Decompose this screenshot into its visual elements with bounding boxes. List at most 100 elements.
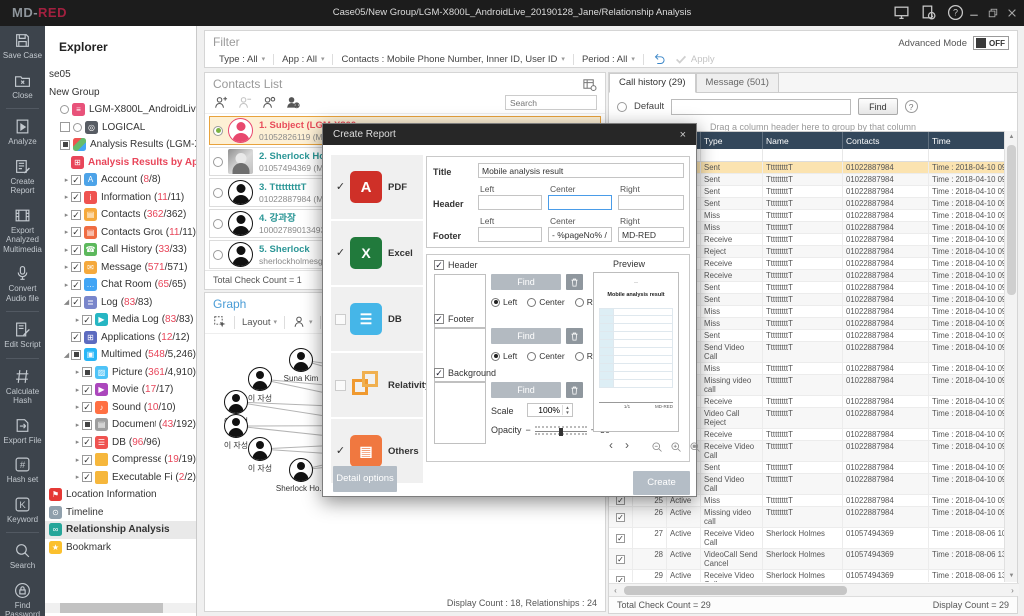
tree-checkbox[interactable]: ✓ [71,297,81,308]
row-checkbox[interactable]: ✓ [616,575,625,582]
close-window-button[interactable] [1006,6,1018,18]
graph-node[interactable] [289,348,313,372]
dialog-close-icon[interactable]: × [680,129,686,141]
format-checkbox[interactable] [335,379,346,391]
person-filter-dropdown[interactable]: ▾ [292,315,313,329]
preview-prev-icon[interactable]: ‹ [609,438,613,452]
tree-expand-icon[interactable]: ▸ [62,281,71,289]
nav-item-analyze[interactable]: Analyze [0,112,45,152]
footer-trash-button[interactable] [566,328,583,344]
nav-item-export-file[interactable]: Export File [0,411,45,451]
tree-checkbox[interactable]: ✓ [71,244,81,255]
vscroll-up-arrow[interactable]: ▲ [1005,131,1018,143]
help-icon[interactable]: ? [947,4,964,21]
tree-checkbox[interactable]: ✓ [71,209,81,220]
tree-checkbox[interactable] [60,139,70,150]
contact-radio[interactable] [213,249,223,260]
contact-radio[interactable] [213,156,223,167]
header-checkbox[interactable]: ✓ Header [434,260,478,270]
nav-item-close[interactable]: Close [0,66,45,106]
hscroll-right-arrow[interactable]: › [1006,586,1019,595]
tree-radio[interactable] [60,105,69,115]
find-button[interactable]: Find [858,98,898,115]
tree-checkbox[interactable]: ✓ [82,454,92,465]
footer-find-button[interactable]: Find [491,328,561,344]
tree-checkbox[interactable]: ✓ [82,402,92,413]
format-checkbox[interactable]: ✓ [335,247,346,259]
detail-options-button[interactable]: Detail options [333,466,397,492]
tree-item[interactable]: ▸ ▨ Picture (361/4,910) [45,364,196,382]
graph-node[interactable] [248,367,272,391]
apply-button[interactable]: Apply [674,52,715,66]
tree-checkbox[interactable]: ✓ [82,472,92,483]
advanced-mode-toggle[interactable]: OFF [973,36,1009,50]
tree-item[interactable]: New Group [45,84,196,102]
tree-item[interactable]: ▸✓▤ Contacts Group(11/11) [45,224,196,242]
tree-expand-icon[interactable]: ▸ [62,228,71,236]
zoom-fit-icon[interactable] [689,440,701,452]
scale-spinner[interactable]: 100% ▲ ▼ [527,403,573,417]
find-help-icon[interactable]: ? [904,100,918,113]
tree-expand-icon[interactable]: ▸ [73,473,82,481]
tree-item[interactable]: ◎ LOGICAL [45,119,196,137]
find-input[interactable] [671,98,852,115]
vscroll-down-arrow[interactable]: ▼ [1005,570,1018,582]
tree-item[interactable]: ▸✓ Executable File(2/2) [45,469,196,487]
restore-button[interactable] [987,6,999,18]
tree-item[interactable]: ▸ ✓… Chat Room (65/65) [45,276,196,294]
preview-next-icon[interactable]: › [625,438,629,452]
align-radio-left[interactable]: Left [491,351,517,361]
nav-item-convert-audio-file[interactable]: Convert Audio file [0,259,45,308]
contacts-search-input[interactable] [505,95,597,110]
call-row[interactable]: ✓ 27 Active Receive Video Call Sherlock Holm… [609,528,1005,549]
vscroll-thumb[interactable] [1007,145,1016,295]
tab-message[interactable]: Message (501) [695,73,779,92]
format-option-pdf[interactable]: ✓ A PDF [331,155,423,219]
header-trash-button[interactable] [566,274,583,290]
tree-expand-icon[interactable]: ▸ [62,176,71,184]
tree-expand-icon[interactable]: ▸ [73,386,82,394]
tree-expand-icon[interactable]: ▸ [73,403,82,411]
tree-item[interactable]: ≡ LGM-X800L_AndroidLive_20190128_Jane [45,101,196,119]
graph-node[interactable] [224,414,248,438]
header-center-input[interactable] [548,195,612,210]
tree-item[interactable]: ▸ ✓ ☎ Call History (33/33) [45,241,196,259]
tree-checkbox[interactable]: ✓ [71,227,81,238]
tab-call-history[interactable]: Call history (29) [609,73,696,93]
scale-arrows[interactable]: ▲ ▼ [562,405,572,415]
default-radio[interactable] [617,101,627,112]
tree-checkbox[interactable]: ✓ [71,192,81,203]
nav-item-create-report[interactable]: Create Report [0,152,45,201]
header-find-button[interactable]: Find [491,274,561,290]
column-header-Type[interactable]: Type [701,132,763,149]
nav-item-find-password[interactable]: Find Password [0,576,45,616]
tree-item[interactable]: ◢ ✓ ≣ Log (83/83) [45,294,196,312]
format-option-excel[interactable]: ✓ X Excel [331,221,423,285]
tree-expand-icon[interactable]: ▸ [73,316,82,324]
nav-item-search[interactable]: Search [0,536,45,576]
tree-checkbox[interactable]: ✓ [82,314,92,325]
person-remove-icon[interactable] [237,95,252,110]
tree-checkbox[interactable]: ✓ [82,437,92,448]
tree-expand-icon[interactable]: ▸ [62,211,71,219]
tree-checkbox[interactable]: ✓ [82,384,92,395]
contact-radio[interactable] [213,218,223,229]
tree-item[interactable]: ▸ ✓ ♪ Sound (10/10) [45,399,196,417]
tree-checkbox[interactable] [82,419,92,430]
hscroll-thumb[interactable] [624,585,847,595]
create-button[interactable]: Create [633,471,690,495]
align-radio-left[interactable]: Left [491,297,517,307]
call-row[interactable]: ✓ 26 Active Missing video call TttttttttT 010… [609,507,1005,528]
column-header-Name[interactable]: Name [763,132,843,149]
background-find-button[interactable]: Find [491,382,561,398]
row-checkbox[interactable]: ✓ [616,496,625,505]
tree-item[interactable]: ★ Bookmark [45,539,196,557]
nav-item-keyword[interactable]: K Keyword [0,490,45,530]
tree-expand-icon[interactable]: ▸ [62,193,71,201]
grid-vscrollbar[interactable]: ▲ ▼ [1004,131,1017,582]
tree-item[interactable]: ▸ ▤ Document (43/192) [45,416,196,434]
tree-expand-icon[interactable]: ▸ [73,421,82,429]
tree-item[interactable]: ▸ ✓ ▤ Contacts (362/362) [45,206,196,224]
tree-item[interactable]: ⊙ Timeline [45,504,196,522]
reset-filter-icon[interactable] [652,52,666,66]
